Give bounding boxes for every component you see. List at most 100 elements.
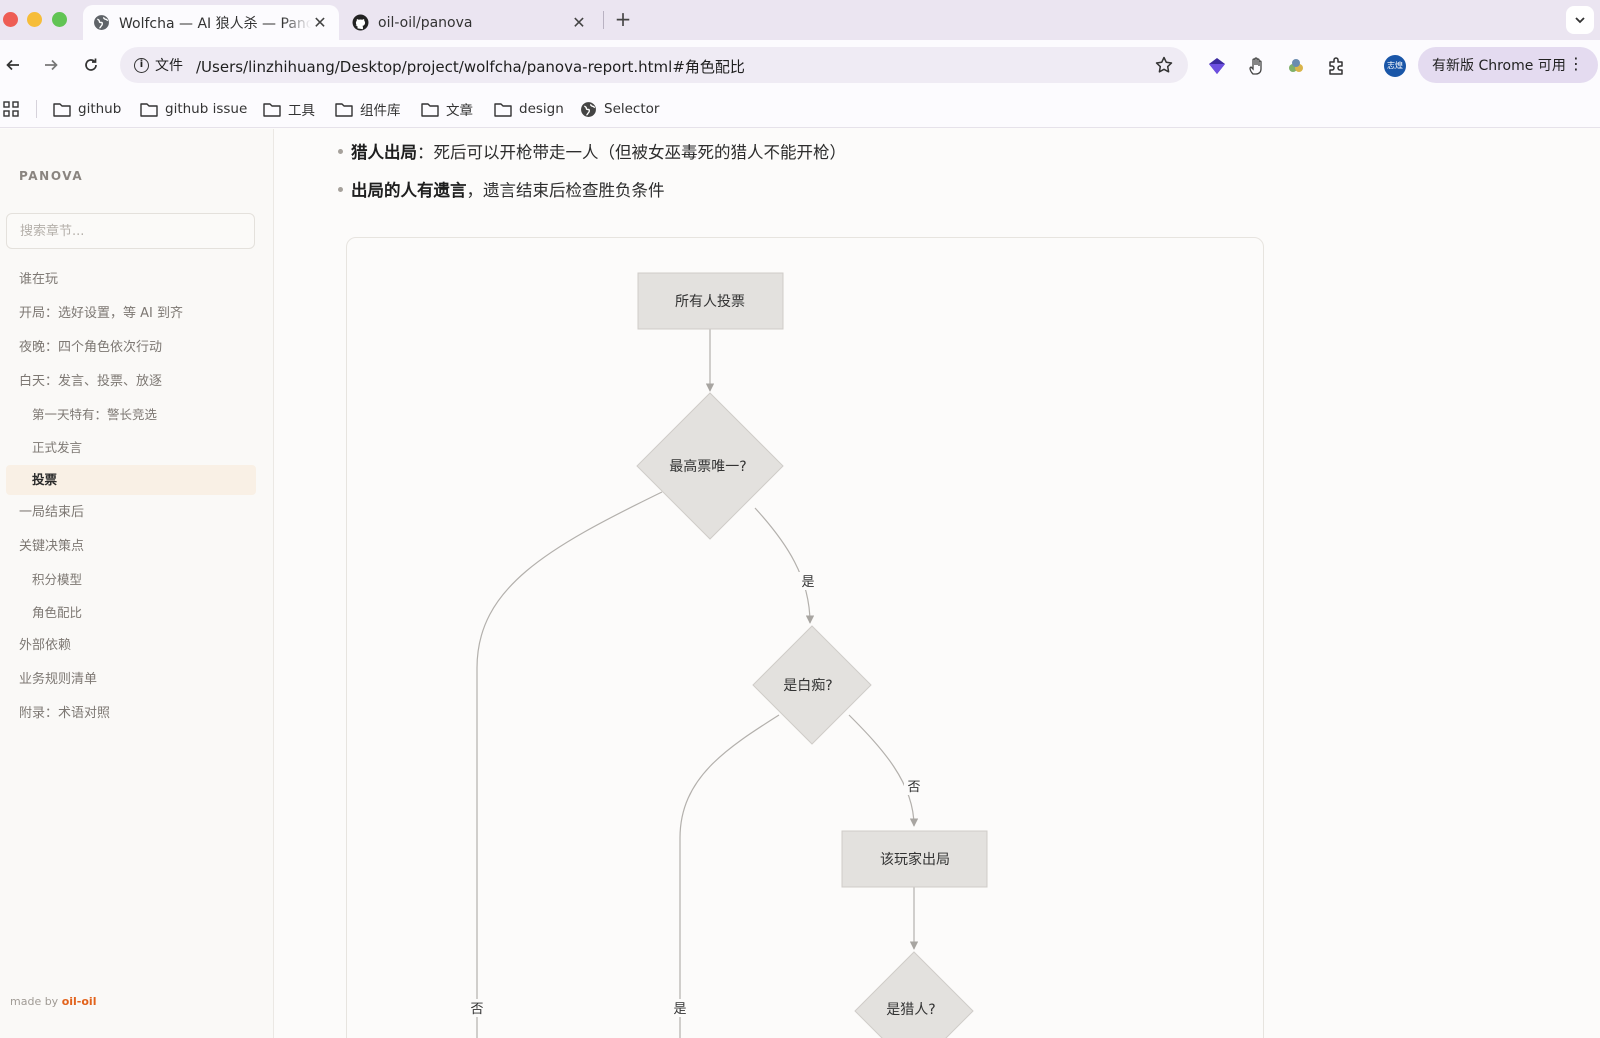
bookmark-label: github: [78, 101, 122, 117]
sidebar-item-role-ratio[interactable]: 角色配比: [6, 598, 256, 628]
window-minimize-button[interactable]: [27, 12, 42, 27]
github-icon: [352, 14, 369, 31]
made-by-credit: made by oil-oil: [10, 995, 96, 1008]
bookmark-label: Selector: [604, 101, 660, 117]
bookmark-star-icon[interactable]: [1154, 55, 1174, 75]
node-label-out: 该玩家出局: [880, 851, 950, 868]
bookmark-label: github issue: [165, 101, 248, 117]
reload-button[interactable]: [79, 53, 103, 77]
tab-search-button[interactable]: [1566, 6, 1594, 34]
sidebar-item-after-game[interactable]: 一局结束后: [6, 498, 256, 528]
apps-grid-icon[interactable]: [3, 101, 19, 117]
sidebar-item-sheriff-election[interactable]: 第一天特有：警长竞选: [6, 400, 256, 430]
bullet-bold: 猎人出局: [351, 143, 417, 162]
sidebar-item-rules[interactable]: 业务规则清单: [6, 665, 256, 695]
edge-idiot-no: [848, 714, 919, 827]
chapter-search-input[interactable]: [6, 213, 255, 249]
extension-hand-icon[interactable]: [1246, 55, 1268, 77]
tab-title: oil-oil/panova: [378, 14, 473, 31]
new-tab-button[interactable]: +: [611, 8, 635, 32]
bullet-text: ：死后可以开枪带走一人（但被女巫毒死的猎人不能开枪）: [417, 143, 846, 162]
sidebar-brand: PANOVA: [19, 169, 84, 183]
tab-separator: [603, 11, 604, 29]
globe-icon: [94, 15, 109, 30]
folder-icon: [263, 102, 281, 117]
sidebar-item-day[interactable]: 白天：发言、投票、放逐: [6, 367, 256, 397]
sidebar-item-who-plays[interactable]: 谁在玩: [6, 265, 256, 295]
site-info-chip[interactable]: i 文件: [128, 52, 191, 78]
edge-unique-yes: [754, 507, 815, 624]
bookmark-selector[interactable]: Selector: [580, 99, 659, 119]
browser-toolbar: i 文件 /Users/linzhihuang/Desktop/project/…: [0, 40, 1600, 90]
edge-unique-no: [476, 491, 663, 1038]
bookmark-articles[interactable]: 文章: [421, 99, 473, 119]
bookmark-components[interactable]: 组件库: [335, 99, 401, 119]
bullet-text: ，遗言结束后检查胜负条件: [466, 181, 665, 200]
close-icon[interactable]: ✕: [570, 13, 588, 32]
profile-avatar[interactable]: 志煌: [1384, 55, 1406, 77]
update-label: 有新版 Chrome 可用: [1432, 58, 1566, 74]
node-label-idiot: 是白痴?: [783, 678, 832, 694]
folder-icon: [53, 102, 71, 117]
folder-icon: [421, 102, 439, 117]
bookmarks-bar: github github issue 工具 组件库 文章 design Sel…: [0, 90, 1600, 128]
chevron-down-icon: [1575, 17, 1585, 24]
info-icon: i: [134, 57, 149, 73]
doc-sidebar: PANOVA 谁在玩 开局：选好设置，等 AI 到齐 夜晚：四个角色依次行动 白…: [0, 129, 274, 1038]
tab-github-panova[interactable]: oil-oil/panova ✕: [344, 5, 596, 40]
rule-bullet-hunter: 猎人出局：死后可以开枪带走一人（但被女巫毒死的猎人不能开枪）: [338, 139, 846, 163]
url-text[interactable]: /Users/linzhihuang/Desktop/project/wolfc…: [196, 56, 745, 77]
extension-colorful-icon[interactable]: [1285, 55, 1307, 77]
sidebar-item-scoring-model[interactable]: 积分模型: [6, 565, 256, 595]
bookmark-separator: [36, 100, 37, 118]
node-label-unique: 最高票唯一?: [669, 458, 746, 475]
folder-icon: [335, 102, 353, 117]
extension-purple-icon[interactable]: [1206, 55, 1228, 77]
bookmark-github[interactable]: github: [53, 99, 121, 119]
browser-tab-strip: Wolfcha — AI 狼人杀 — Panova ✕ oil-oil/pano…: [0, 0, 1600, 40]
edge-label-yes: 是: [801, 575, 814, 590]
security-label: 文件: [155, 58, 183, 74]
sidebar-item-night[interactable]: 夜晚：四个角色依次行动: [6, 333, 256, 363]
edge-label-no: 否: [907, 780, 920, 795]
vote-flowchart: 所有人投票 最高票唯一? 是白痴? 该玩家出局 是猎人? 是 否 否 是: [346, 237, 1264, 1038]
back-button[interactable]: [1, 53, 25, 77]
forward-button[interactable]: [39, 53, 63, 77]
node-label-hunter: 是猎人?: [886, 1002, 935, 1018]
node-label-vote: 所有人投票: [675, 294, 745, 310]
sidebar-item-dependencies[interactable]: 外部依赖: [6, 631, 256, 661]
close-icon[interactable]: ✕: [311, 13, 329, 32]
author-link[interactable]: oil-oil: [62, 995, 97, 1008]
sidebar-item-speeches[interactable]: 正式发言: [6, 433, 256, 463]
bookmark-label: 工具: [288, 103, 315, 119]
extensions-puzzle-icon[interactable]: [1325, 55, 1347, 77]
made-by-prefix: made by: [10, 995, 59, 1008]
bookmark-github-issue[interactable]: github issue: [140, 99, 247, 119]
bookmark-design[interactable]: design: [494, 99, 564, 119]
sidebar-item-glossary[interactable]: 附录：术语对照: [6, 699, 256, 729]
rule-bullet-last-words: 出局的人有遗言，遗言结束后检查胜负条件: [338, 177, 665, 201]
bookmark-label: design: [519, 101, 564, 117]
sidebar-item-vote[interactable]: 投票: [6, 465, 256, 495]
reload-icon: [85, 58, 97, 71]
chrome-update-button[interactable]: 有新版 Chrome 可用 ⋮: [1418, 47, 1598, 83]
window-close-button[interactable]: [3, 12, 18, 27]
window-zoom-button[interactable]: [52, 12, 67, 27]
bullet-bold: 出局的人有遗言: [351, 181, 467, 200]
address-bar[interactable]: i 文件 /Users/linzhihuang/Desktop/project/…: [120, 47, 1188, 83]
bookmark-label: 文章: [446, 103, 473, 119]
sidebar-item-setup[interactable]: 开局：选好设置，等 AI 到齐: [6, 299, 256, 329]
edge-label-no: 否: [470, 1002, 483, 1017]
flowchart-svg: 所有人投票 最高票唯一? 是白痴? 该玩家出局 是猎人? 是 否 否 是: [467, 272, 988, 1038]
more-vert-icon: ⋮: [1568, 54, 1584, 73]
tab-title: Wolfcha — AI 狼人杀 — Panova: [119, 15, 311, 32]
globe-icon: [581, 101, 596, 117]
sidebar-item-key-decisions[interactable]: 关键决策点: [6, 532, 256, 562]
node-hunter-diamond: [854, 951, 974, 1038]
report-content: 猎人出局：死后可以开枪带走一人（但被女巫毒死的猎人不能开枪） 出局的人有遗言，遗…: [275, 129, 1600, 1038]
arrow-right-icon: [45, 59, 58, 71]
edge-label-yes: 是: [673, 1002, 686, 1017]
tab-wolfcha-report[interactable]: Wolfcha — AI 狼人杀 — Panova ✕: [83, 5, 339, 40]
bookmark-tools[interactable]: 工具: [263, 99, 315, 119]
folder-icon: [494, 102, 512, 117]
